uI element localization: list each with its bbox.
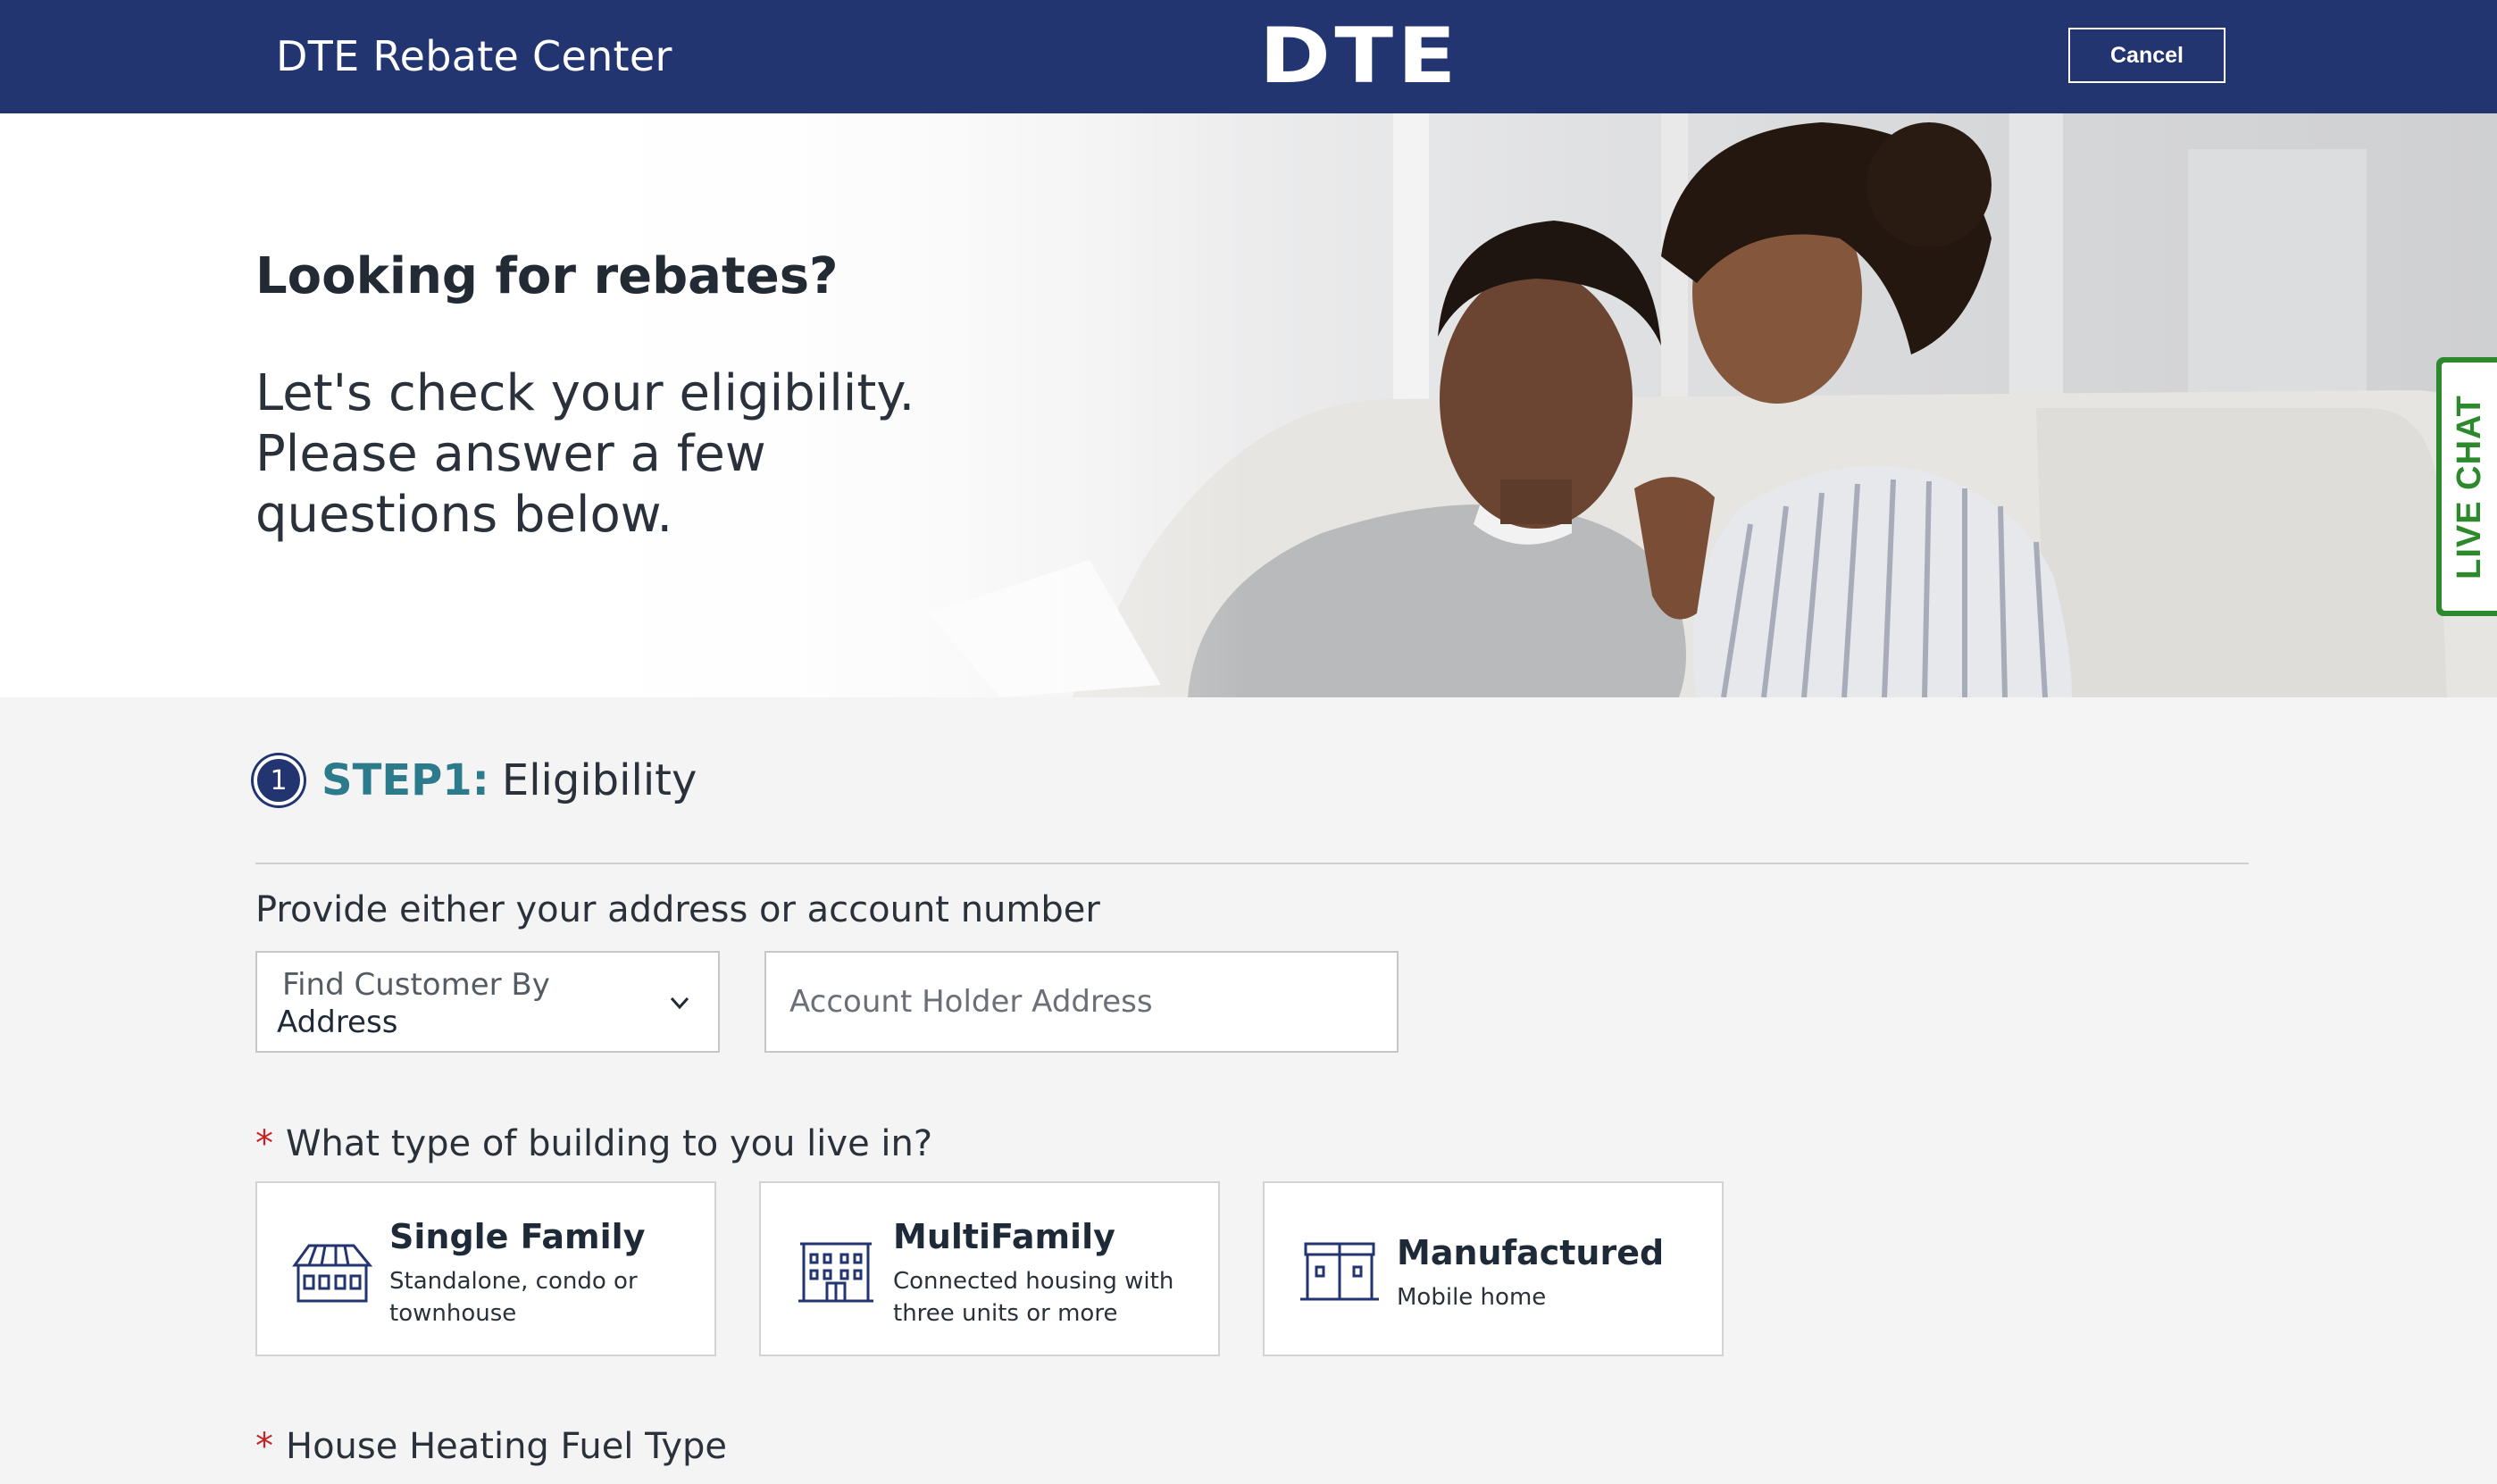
option-single-family[interactable]: Single Family Standalone, condo or townh… xyxy=(255,1181,716,1356)
lookup-prompt: Provide either your address or account n… xyxy=(255,889,1100,930)
chevron-down-icon xyxy=(670,996,689,1010)
mobile-home-icon xyxy=(1300,1242,1379,1301)
step-header: 1 STEP1: Eligibility xyxy=(254,755,697,805)
option-title: Manufactured xyxy=(1397,1233,1665,1272)
step-label: STEP1: xyxy=(322,755,489,805)
apartment-building-icon xyxy=(798,1242,873,1303)
find-customer-by-select[interactable]: Find Customer By Address xyxy=(255,951,720,1053)
building-type-label: What type of building to you live in? xyxy=(286,1123,933,1164)
top-navigation-bar: DTE Rebate Center DTE Cancel xyxy=(0,0,2497,113)
option-manufactured[interactable]: Manufactured Mobile home xyxy=(1263,1181,1724,1356)
building-type-question: * What type of building to you live in? xyxy=(255,1123,932,1164)
required-marker: * xyxy=(255,1123,273,1164)
dte-logo[interactable]: DTE xyxy=(1259,18,1460,95)
select-label: Find Customer By xyxy=(282,967,550,1003)
option-title: MultiFamily xyxy=(893,1217,1115,1256)
heating-fuel-question: * House Heating Fuel Type xyxy=(255,1426,727,1467)
site-title: DTE Rebate Center xyxy=(276,32,672,80)
option-description: Connected housing with three units or mo… xyxy=(893,1268,1174,1327)
account-holder-address-input[interactable] xyxy=(764,951,1399,1053)
heating-fuel-label: House Heating Fuel Type xyxy=(286,1426,728,1467)
select-value: Address xyxy=(277,1005,398,1040)
hero-heading: Looking for rebates? xyxy=(255,247,839,305)
live-chat-tab[interactable]: LIVE CHAT xyxy=(2436,357,2497,616)
live-chat-label: LIVE CHAT xyxy=(2450,394,2488,579)
cancel-button[interactable]: Cancel xyxy=(2068,28,2226,83)
section-divider xyxy=(255,863,2249,864)
option-description: Mobile home xyxy=(1397,1284,1547,1311)
hero-subheading: Let's check your eligibility. Please ans… xyxy=(255,364,915,544)
live-chat-inner: LIVE CHAT xyxy=(2442,363,2497,611)
step-number-badge: 1 xyxy=(254,755,304,805)
single-family-house-icon xyxy=(292,1244,373,1303)
option-title: Single Family xyxy=(389,1217,646,1256)
hero-banner: Looking for rebates? Let's check your el… xyxy=(0,113,2497,697)
required-marker: * xyxy=(255,1426,273,1467)
option-multifamily[interactable]: MultiFamily Connected housing with three… xyxy=(759,1181,1220,1356)
option-description: Standalone, condo or townhouse xyxy=(389,1268,638,1327)
step-title: Eligibility xyxy=(501,755,697,805)
